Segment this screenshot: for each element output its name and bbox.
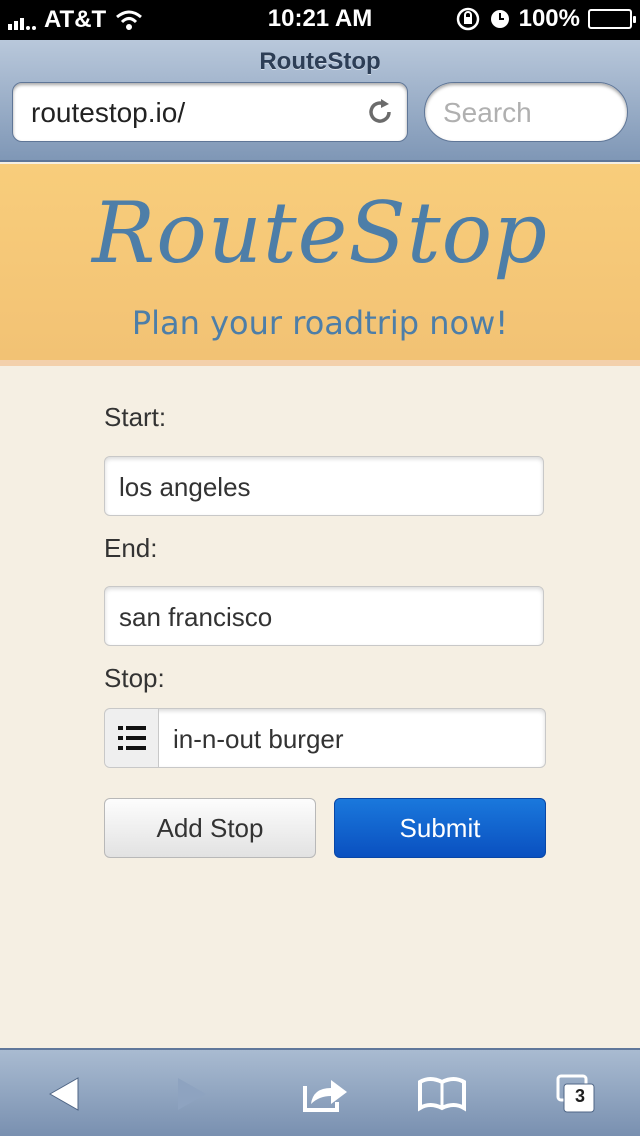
start-field[interactable] (104, 456, 544, 516)
alarm-icon (490, 10, 509, 28)
tab-count-badge: 3 (574, 1086, 585, 1106)
logo: RouteStop (91, 184, 549, 282)
forward-button[interactable] (162, 1070, 222, 1118)
browser-toolbar: 3 (0, 1048, 640, 1136)
reload-icon[interactable] (365, 97, 395, 127)
share-button[interactable] (294, 1070, 354, 1118)
stop-label: Stop: (104, 663, 165, 693)
rotation-lock-icon (456, 7, 479, 31)
stop-input[interactable] (173, 721, 533, 757)
bookmarks-button[interactable] (412, 1070, 472, 1118)
battery-percent: 100% (518, 5, 580, 32)
start-input[interactable] (119, 469, 529, 505)
stop-field[interactable] (104, 708, 546, 768)
add-stop-button[interactable]: Add Stop (104, 798, 316, 858)
search-input[interactable] (443, 93, 613, 133)
status-right: 100% (455, 5, 636, 33)
tabs-button[interactable]: 3 (544, 1070, 604, 1118)
end-input[interactable] (119, 599, 529, 635)
back-arrow-icon[interactable] (44, 1074, 84, 1114)
list-icon[interactable] (105, 709, 159, 767)
browser-chrome: RouteStop routestop.io/ (0, 40, 640, 162)
end-field[interactable] (104, 586, 544, 646)
address-bar[interactable]: routestop.io/ (12, 82, 408, 142)
tagline: Plan your roadtrip now! (131, 304, 509, 342)
page-title: RouteStop (259, 48, 381, 75)
start-label: Start: (104, 402, 167, 432)
submit-button[interactable]: Submit (334, 798, 546, 858)
stop-list-button[interactable] (105, 709, 159, 767)
forward-arrow-icon[interactable] (172, 1074, 212, 1114)
end-label: End: (104, 533, 158, 563)
bookmarks-icon[interactable] (416, 1074, 468, 1114)
url-text[interactable]: routestop.io/ (31, 97, 185, 129)
status-bar: AT&T 10:21 AM 100% (0, 0, 640, 40)
share-icon[interactable] (297, 1074, 351, 1114)
back-button[interactable] (34, 1070, 94, 1118)
battery-icon (588, 9, 636, 29)
search-field[interactable] (424, 82, 628, 142)
